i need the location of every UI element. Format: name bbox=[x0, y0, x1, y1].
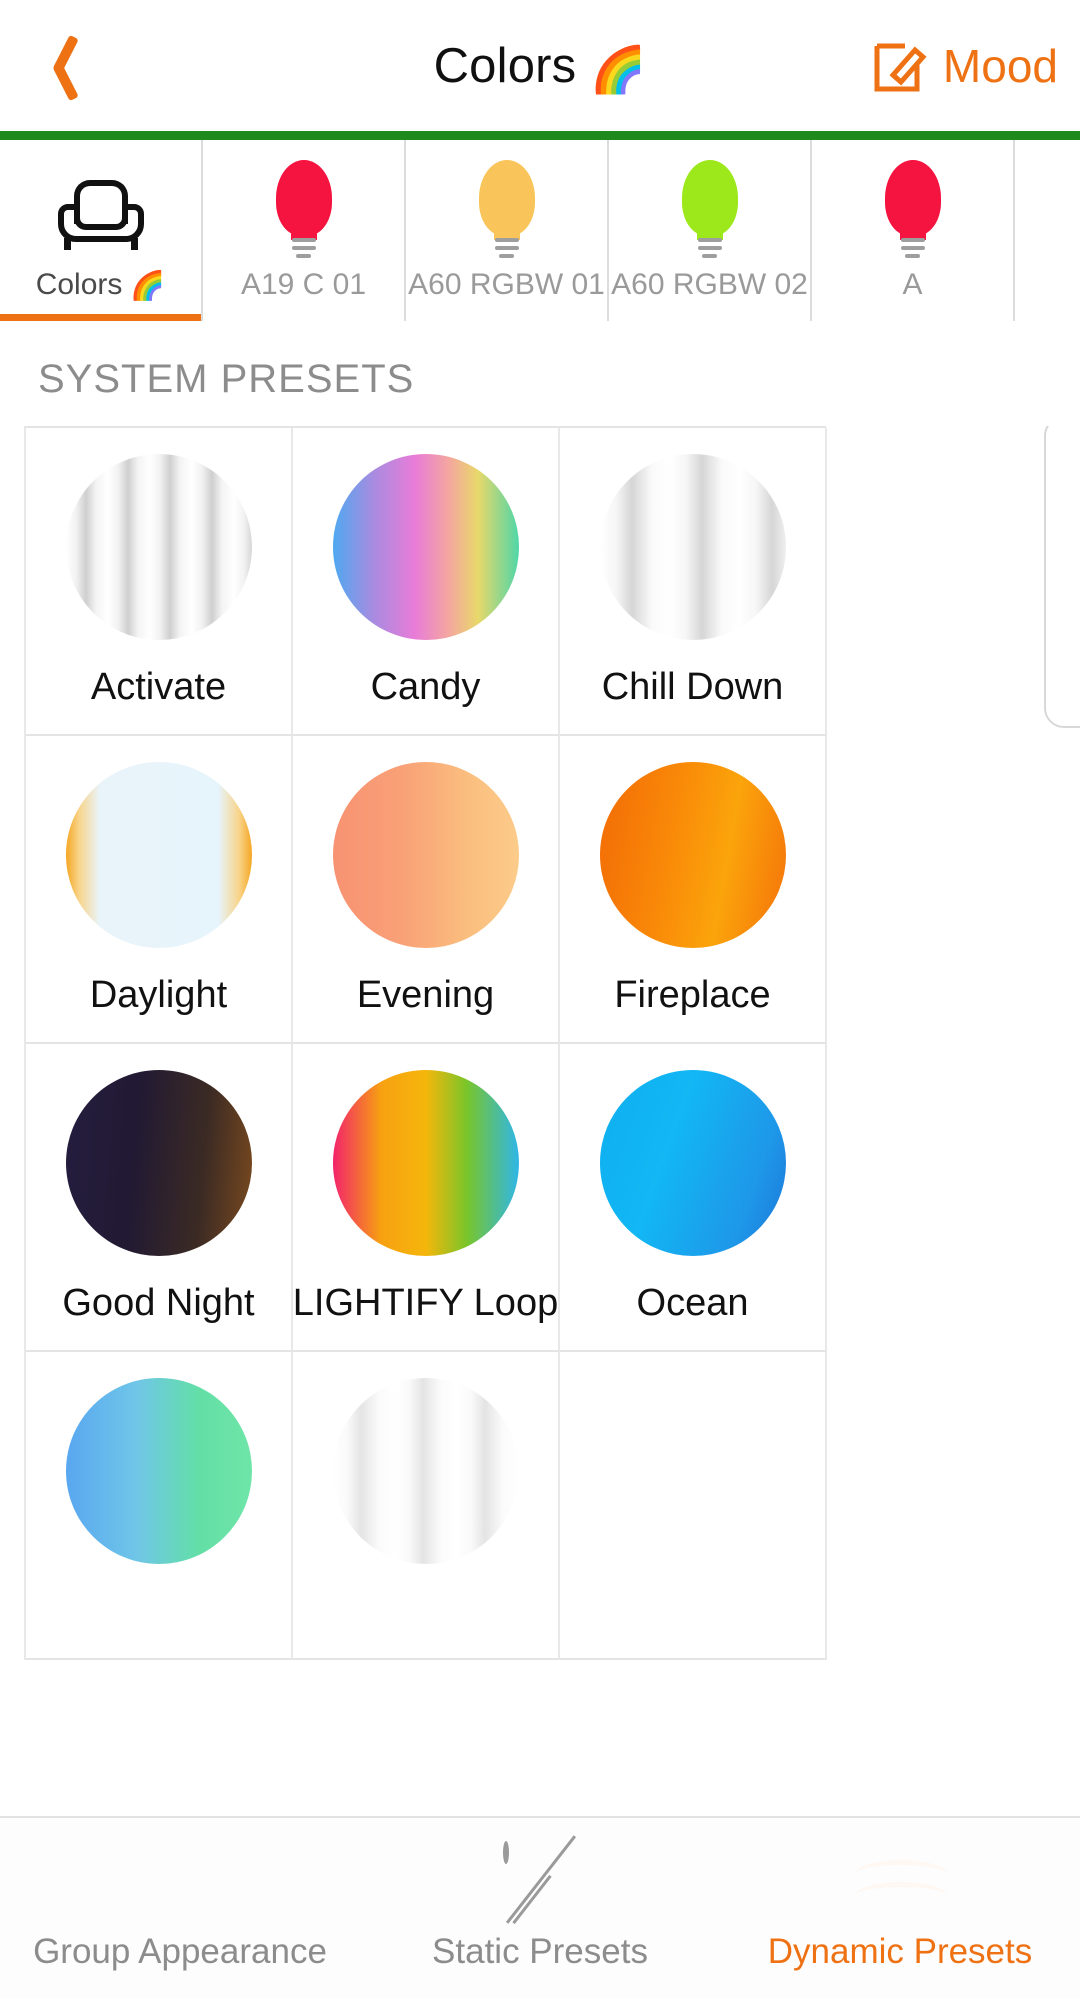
preset-swatch bbox=[65, 762, 252, 948]
preset-cell[interactable]: LIGHTIFY Loop bbox=[293, 1044, 560, 1352]
device-tab-a60-rgbw-02[interactable]: A60 RGBW 02 bbox=[609, 140, 812, 321]
preset-label: LIGHTIFY Loop bbox=[292, 1282, 559, 1324]
static-presets-icon bbox=[503, 1835, 577, 1925]
preset-label: Good Night bbox=[62, 1282, 255, 1324]
preset-swatch bbox=[332, 1070, 519, 1256]
preset-swatch bbox=[65, 1070, 252, 1256]
sofa-icon bbox=[55, 180, 147, 250]
preset-label: Chill Down bbox=[601, 666, 784, 708]
preset-swatch bbox=[332, 762, 519, 948]
preset-cell[interactable]: Evening bbox=[293, 736, 560, 1044]
preset-label: Candy bbox=[370, 666, 481, 708]
preset-cell[interactable]: Good Night bbox=[26, 1044, 293, 1352]
side-peek-card[interactable] bbox=[1044, 426, 1080, 728]
nav-item-dynamic-presets[interactable]: Dynamic Presets bbox=[720, 1818, 1080, 1998]
bulb-icon bbox=[668, 160, 752, 264]
device-tab-a19-c-01[interactable]: A19 C 01 bbox=[203, 140, 406, 321]
preset-cell[interactable]: Fireplace bbox=[560, 736, 827, 1044]
nav-item-group-appearance[interactable]: Group Appearance bbox=[0, 1818, 360, 1998]
preset-label: Activate bbox=[90, 666, 227, 708]
preset-label: Evening bbox=[356, 974, 495, 1016]
back-button[interactable] bbox=[0, 0, 120, 131]
preset-label: Daylight bbox=[89, 974, 228, 1016]
chevron-left-icon bbox=[40, 33, 80, 99]
device-tab-a60-rgbw-01[interactable]: A60 RGBW 01 bbox=[406, 140, 609, 321]
preset-swatch bbox=[600, 1378, 786, 1564]
rainbow-icon: 🌈 bbox=[130, 269, 166, 301]
preset-cell[interactable]: Activate bbox=[26, 428, 293, 736]
rainbow-icon: 🌈 bbox=[590, 44, 647, 95]
bulb-icon bbox=[871, 160, 955, 264]
page-title-text: Colors bbox=[433, 38, 577, 93]
preset-label: Ocean bbox=[636, 1282, 749, 1324]
bulb-icon bbox=[262, 160, 346, 264]
section-title: SYSTEM PRESETS bbox=[0, 321, 1080, 426]
device-tab-label-text: A bbox=[902, 268, 923, 301]
device-tab-label-text: A60 RGBW 01 bbox=[408, 268, 605, 301]
preset-grid-region: Activate Candy Chill Down Daylight Evening Fi… bbox=[0, 426, 1080, 1792]
device-tab-bar[interactable]: Colors 🌈 A19 C 01 A60 RGBW 01 A60 RGBW 02 A bbox=[0, 140, 1080, 321]
device-tab-label-text: A19 C 01 bbox=[240, 268, 367, 301]
nav-item-label: Group Appearance bbox=[33, 1932, 327, 1971]
mood-button[interactable]: Mood bbox=[871, 0, 1058, 131]
preset-swatch bbox=[65, 1378, 252, 1564]
nav-item-static-presets[interactable]: Static Presets bbox=[360, 1818, 720, 1998]
preset-swatch bbox=[599, 762, 786, 948]
preset-cell[interactable]: Daylight bbox=[26, 736, 293, 1044]
preset-swatch bbox=[599, 1070, 786, 1256]
device-tab-label: A19 C 01 bbox=[241, 268, 366, 302]
device-tab-colors[interactable]: Colors 🌈 bbox=[0, 140, 203, 321]
nav-item-label: Static Presets bbox=[432, 1932, 648, 1971]
bulb-icon bbox=[465, 160, 549, 264]
preset-cell[interactable] bbox=[26, 1352, 293, 1660]
device-tab-a[interactable]: A bbox=[812, 140, 1015, 321]
bottom-navigation[interactable]: Group Appearance Static Presets Dynamic Pr… bbox=[0, 1816, 1080, 1998]
preset-label: Fireplace bbox=[614, 974, 771, 1016]
nav-item-label: Dynamic Presets bbox=[767, 1932, 1033, 1971]
status-rule bbox=[0, 131, 1080, 140]
device-tab-label: A bbox=[902, 268, 922, 302]
preset-swatch bbox=[332, 1378, 519, 1564]
preset-cell[interactable] bbox=[560, 1352, 827, 1660]
preset-swatch bbox=[599, 454, 786, 640]
preset-swatch bbox=[332, 454, 519, 640]
preset-grid: Activate Candy Chill Down Daylight Evening Fi… bbox=[24, 426, 827, 1660]
preset-cell[interactable]: Candy bbox=[293, 428, 560, 736]
device-tab-label: A60 RGBW 01 bbox=[408, 268, 605, 302]
preset-cell[interactable] bbox=[293, 1352, 560, 1660]
compose-edit-icon bbox=[874, 43, 927, 91]
device-tab-label-text: Colors bbox=[35, 268, 123, 301]
device-tab-label: A60 RGBW 02 bbox=[611, 268, 808, 302]
preset-cell[interactable]: Chill Down bbox=[560, 428, 827, 736]
device-tab-label-text: A60 RGBW 02 bbox=[611, 268, 808, 301]
mood-label: Mood bbox=[942, 39, 1058, 92]
preset-swatch bbox=[65, 454, 252, 640]
device-tab-label: Colors 🌈 bbox=[36, 268, 166, 302]
preset-cell[interactable]: Ocean bbox=[560, 1044, 827, 1352]
app-header: Colors 🌈 Mood bbox=[0, 0, 1080, 131]
